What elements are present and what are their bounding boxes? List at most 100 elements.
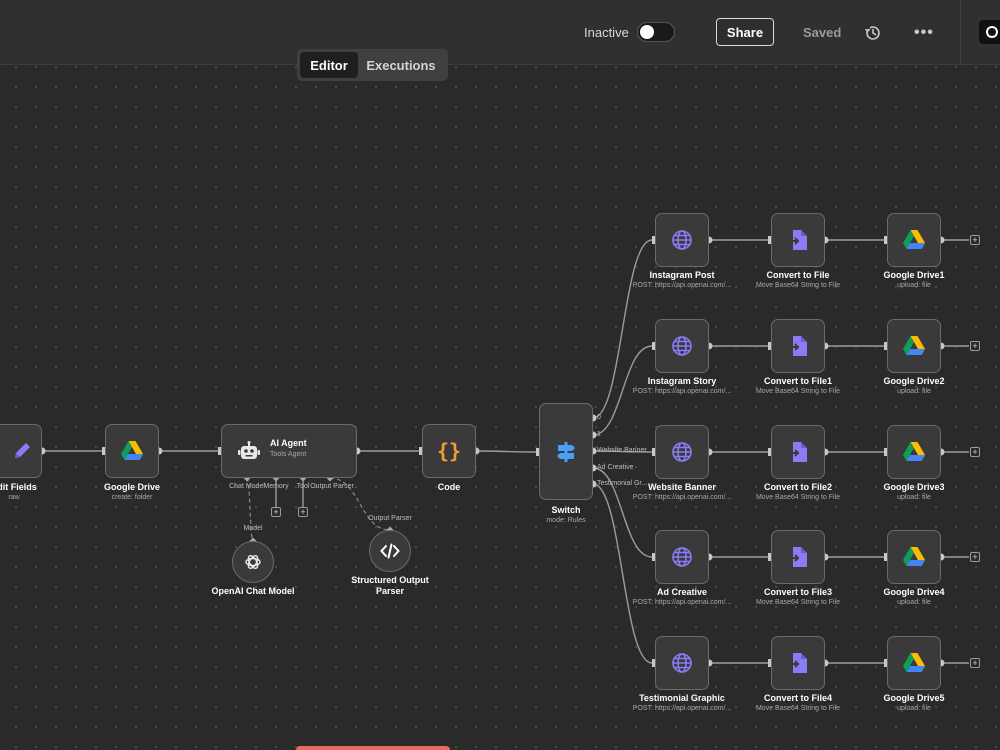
node-convert-to-file-1[interactable] (771, 213, 825, 267)
port-label-chat-model: Chat Model (229, 483, 265, 490)
node-http-request-3-subtitle: POST: https://api.openai.com/... (632, 494, 732, 501)
node-google-drive-upload-4[interactable] (887, 530, 941, 584)
google-drive-icon (903, 547, 925, 567)
node-http-request-3[interactable] (655, 425, 709, 479)
node-http-request-1-title: Instagram Post (649, 270, 715, 280)
node-google-drive-upload-2[interactable] (887, 319, 941, 373)
history-icon[interactable] (864, 24, 882, 42)
node-convert-to-file-5[interactable] (771, 636, 825, 690)
share-button[interactable]: Share (716, 18, 774, 46)
node-http-request-3-title: Website Banner (648, 482, 716, 492)
switch-icon (557, 441, 575, 462)
node-google-drive-upload-1-subtitle: upload: file (897, 282, 931, 289)
add-node-button-row-5[interactable]: + (970, 658, 980, 668)
port-label-output-parser: Output Parser (310, 483, 354, 490)
node-edit-fields[interactable] (0, 424, 42, 478)
node-ai-agent[interactable]: AI Agent Tools Agent (221, 424, 357, 478)
pencil-icon (15, 443, 30, 458)
add-node-button-row-4[interactable]: + (970, 552, 980, 562)
add-memory-button[interactable]: + (271, 507, 281, 517)
node-ai-agent-subtitle: Tools Agent (270, 451, 307, 458)
node-http-request-2-title: Instagram Story (647, 376, 717, 386)
robot-icon (238, 441, 260, 459)
node-switch[interactable] (539, 403, 593, 500)
file-import-icon (788, 229, 808, 251)
node-structured-output-parser[interactable] (369, 530, 411, 572)
top-bar: Inactive Share Saved ••• (0, 0, 1000, 65)
add-tool-button[interactable]: + (298, 507, 308, 517)
node-convert-to-file-5-subtitle: Move Base64 String to File (755, 705, 841, 712)
node-google-drive-upload-1[interactable] (887, 213, 941, 267)
node-edit-fields-subtitle: raw (8, 494, 20, 501)
port-label-memory: Memory (263, 483, 289, 490)
node-edit-fields-title: Edit Fields (0, 482, 37, 492)
globe-icon (671, 441, 693, 463)
node-http-request-1-subtitle: POST: https://api.openai.com/... (632, 282, 732, 289)
google-drive-icon (903, 230, 925, 250)
add-node-button-row-2[interactable]: + (970, 341, 980, 351)
file-import-icon (788, 546, 808, 568)
tab-editor[interactable]: Editor (300, 52, 358, 78)
connections-layer (38, 236, 969, 667)
node-http-request-1[interactable] (655, 213, 709, 267)
node-convert-to-file-4-subtitle: Move Base64 String to File (755, 599, 841, 606)
node-google-drive-upload-5-title: Google Drive5 (883, 693, 945, 703)
node-openai-chat-model[interactable] (232, 541, 274, 583)
node-google-drive[interactable] (105, 424, 159, 478)
node-http-request-2[interactable] (655, 319, 709, 373)
node-convert-to-file-3-title: Convert to File2 (763, 482, 833, 492)
node-switch-subtitle: mode: Rules (546, 517, 586, 524)
node-sop-title-line2: Parser (375, 586, 405, 596)
node-http-request-4[interactable] (655, 530, 709, 584)
node-google-drive-upload-1-title: Google Drive1 (883, 270, 945, 280)
node-convert-to-file-2-title: Convert to File1 (763, 376, 833, 386)
node-google-drive-subtitle: create: folder (111, 494, 153, 501)
node-convert-to-file-3[interactable] (771, 425, 825, 479)
status-label: Inactive (584, 25, 629, 40)
node-google-drive-upload-3[interactable] (887, 425, 941, 479)
node-google-drive-upload-4-title: Google Drive4 (883, 587, 945, 597)
openai-icon (245, 554, 261, 570)
globe-icon (671, 335, 693, 357)
node-google-drive-upload-2-subtitle: upload: file (897, 388, 931, 395)
file-import-icon (788, 441, 808, 463)
node-convert-to-file-1-title: Convert to File (766, 270, 830, 280)
workflow-canvas[interactable]: Edit Fields raw Google Drive create: fol… (0, 65, 1000, 750)
google-drive-icon (903, 442, 925, 462)
node-http-request-5-subtitle: POST: https://api.openai.com/... (632, 705, 732, 712)
node-openai-title: OpenAI Chat Model (211, 586, 295, 596)
node-google-drive-upload-4-subtitle: upload: file (897, 599, 931, 606)
node-google-drive-upload-5-subtitle: upload: file (897, 705, 931, 712)
node-code[interactable]: {} (422, 424, 476, 478)
node-http-request-4-title: Ad Creative (656, 587, 708, 597)
add-node-button-row-1[interactable]: + (970, 235, 980, 245)
add-node-button-row-3[interactable]: + (970, 447, 980, 457)
saved-status: Saved (803, 25, 842, 40)
globe-icon (671, 229, 693, 251)
switch-output-0: 0 (597, 414, 601, 421)
tab-executions[interactable]: Executions (360, 52, 442, 78)
node-google-drive-upload-2-title: Google Drive2 (883, 376, 945, 386)
node-sop-title-line1: Structured Output (351, 575, 429, 585)
google-drive-icon (903, 653, 925, 673)
node-google-drive-upload-5[interactable] (887, 636, 941, 690)
bottom-notification-bar[interactable] (296, 746, 450, 750)
node-convert-to-file-4[interactable] (771, 530, 825, 584)
file-import-icon (788, 335, 808, 357)
code-braces-icon: {} (436, 439, 462, 463)
node-http-request-5[interactable] (655, 636, 709, 690)
more-options-icon[interactable]: ••• (914, 24, 934, 42)
globe-icon (671, 652, 693, 674)
github-icon[interactable] (979, 20, 1000, 44)
node-http-request-5-title: Testimonial Graphic (639, 693, 725, 703)
node-convert-to-file-4-title: Convert to File3 (763, 587, 833, 597)
node-convert-to-file-2[interactable] (771, 319, 825, 373)
node-switch-title: Switch (551, 505, 581, 515)
node-convert-to-file-3-subtitle: Move Base64 String to File (755, 494, 841, 501)
topbar-divider (960, 0, 961, 64)
active-toggle[interactable] (637, 22, 675, 42)
node-google-drive-upload-3-subtitle: upload: file (897, 494, 931, 501)
node-google-drive-upload-3-title: Google Drive3 (883, 482, 945, 492)
node-convert-to-file-1-subtitle: Move Base64 String to File (755, 282, 841, 289)
node-ai-agent-title: AI Agent (270, 438, 307, 448)
